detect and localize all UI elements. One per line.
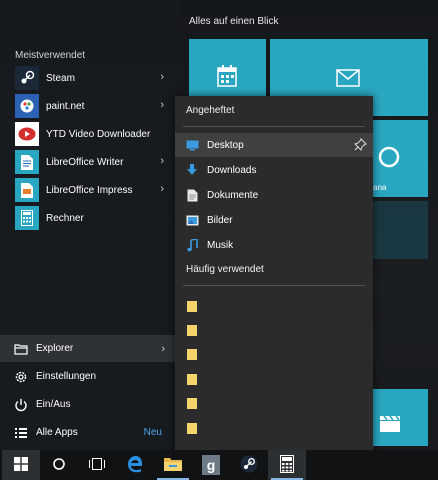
- tiles-group-header: Alles auf einen Blick: [189, 16, 279, 27]
- divider: [183, 126, 365, 127]
- taskbar-calculator[interactable]: [268, 450, 306, 480]
- edge-icon: [126, 455, 144, 476]
- unpin-icon[interactable]: [354, 138, 367, 154]
- folder-icon[interactable]: [187, 349, 197, 360]
- movies-tile[interactable]: [373, 389, 428, 446]
- explorer-item[interactable]: Explorer ›: [0, 335, 175, 362]
- documents-icon: [185, 188, 199, 202]
- mail-icon: [336, 69, 360, 90]
- cortana-tile-label: ana: [373, 183, 387, 192]
- jumplist-item-bilder[interactable]: Bilder: [175, 208, 373, 232]
- steam-icon: [240, 455, 258, 476]
- writer-icon: [15, 150, 39, 174]
- search-button[interactable]: [40, 450, 78, 480]
- chevron-right-icon[interactable]: ›: [161, 343, 165, 355]
- explorer-icon: [14, 342, 28, 356]
- paintnet-icon: [15, 94, 39, 118]
- jumplist-label: Downloads: [207, 164, 257, 176]
- settings-item[interactable]: Einstellungen: [0, 363, 175, 390]
- folder-icon[interactable]: [187, 325, 197, 336]
- taskbar: g: [0, 450, 438, 480]
- frequent-header: Häufig verwendet: [186, 264, 264, 275]
- taskbar-gimp[interactable]: g: [192, 450, 230, 480]
- download-icon: [185, 163, 199, 177]
- desktop-icon: [185, 138, 199, 152]
- jumplist-item-desktop[interactable]: Desktop: [175, 133, 373, 157]
- taskbar-steam[interactable]: [230, 450, 268, 480]
- taskbar-edge[interactable]: [116, 450, 154, 480]
- chevron-right-icon[interactable]: ›: [160, 155, 164, 167]
- app-label: Rechner: [46, 212, 84, 224]
- settings-label: Einstellungen: [36, 371, 97, 382]
- power-item[interactable]: Ein/Aus: [0, 391, 175, 418]
- jumplist-item-musik[interactable]: Musik: [175, 233, 373, 257]
- all-apps-item[interactable]: Alle Apps Neu: [0, 419, 175, 446]
- task-view-icon: [89, 457, 105, 473]
- folder-icon[interactable]: [187, 398, 197, 409]
- divider: [183, 285, 365, 286]
- power-label: Ein/Aus: [36, 399, 71, 410]
- app-paintnet[interactable]: paint.net ›: [15, 94, 170, 118]
- app-steam[interactable]: Steam ›: [15, 66, 170, 90]
- settings-icon: [14, 370, 28, 384]
- impress-icon: [15, 178, 39, 202]
- app-label: paint.net: [46, 100, 85, 112]
- most-used-header: Meistverwendet: [15, 50, 86, 61]
- calculator-icon: [280, 454, 294, 476]
- ytd-icon: [15, 122, 39, 146]
- pinned-header: Angeheftet: [186, 105, 235, 116]
- app-label: LibreOffice Impress: [46, 184, 133, 196]
- task-view-button[interactable]: [78, 450, 116, 480]
- pictures-icon: [185, 213, 199, 227]
- folder-icon[interactable]: [187, 301, 197, 312]
- chevron-right-icon[interactable]: ›: [160, 183, 164, 195]
- taskbar-file-explorer[interactable]: [154, 450, 192, 480]
- jumplist-label: Desktop: [207, 139, 244, 151]
- explorer-label: Explorer: [36, 343, 74, 354]
- app-libreoffice-impress[interactable]: LibreOffice Impress ›: [15, 178, 170, 202]
- chevron-right-icon[interactable]: ›: [160, 99, 164, 111]
- file-explorer-icon: [164, 456, 182, 474]
- music-icon: [185, 238, 199, 252]
- app-libreoffice-writer[interactable]: LibreOffice Writer ›: [15, 150, 170, 174]
- app-label: Steam: [46, 72, 75, 84]
- all-apps-icon: [14, 426, 28, 440]
- clapperboard-icon: [379, 415, 401, 436]
- calendar-icon: [217, 65, 237, 90]
- gimp-icon: g: [202, 455, 220, 475]
- power-icon: [14, 398, 28, 412]
- folder-icon[interactable]: [187, 423, 197, 434]
- steam-icon: [15, 66, 39, 90]
- jumplist-label: Bilder: [207, 214, 233, 226]
- app-ytd-video-downloader[interactable]: YTD Video Downloader: [15, 122, 170, 146]
- app-label: LibreOffice Writer: [46, 156, 124, 168]
- start-menu: Meistverwendet Steam › paint.net › YTD V…: [0, 0, 178, 450]
- jumplist-label: Dokumente: [207, 189, 259, 201]
- search-circle-icon: [52, 457, 66, 474]
- jumplist-label: Musik: [207, 239, 234, 251]
- windows-logo-icon: [14, 456, 28, 474]
- calculator-icon: [15, 206, 39, 230]
- start-button[interactable]: [2, 450, 40, 480]
- new-badge: Neu: [143, 427, 162, 438]
- jumplist-item-dokumente[interactable]: Dokumente: [175, 183, 373, 207]
- app-label: YTD Video Downloader: [46, 128, 151, 140]
- explorer-jumplist: Angeheftet Desktop Downloads Dokumente B…: [175, 96, 373, 450]
- jumplist-item-downloads[interactable]: Downloads: [175, 158, 373, 182]
- folder-icon[interactable]: [187, 374, 197, 385]
- cortana-icon: [378, 146, 400, 171]
- all-apps-label: Alle Apps: [36, 427, 78, 438]
- app-rechner[interactable]: Rechner: [15, 206, 170, 230]
- chevron-right-icon[interactable]: ›: [160, 71, 164, 83]
